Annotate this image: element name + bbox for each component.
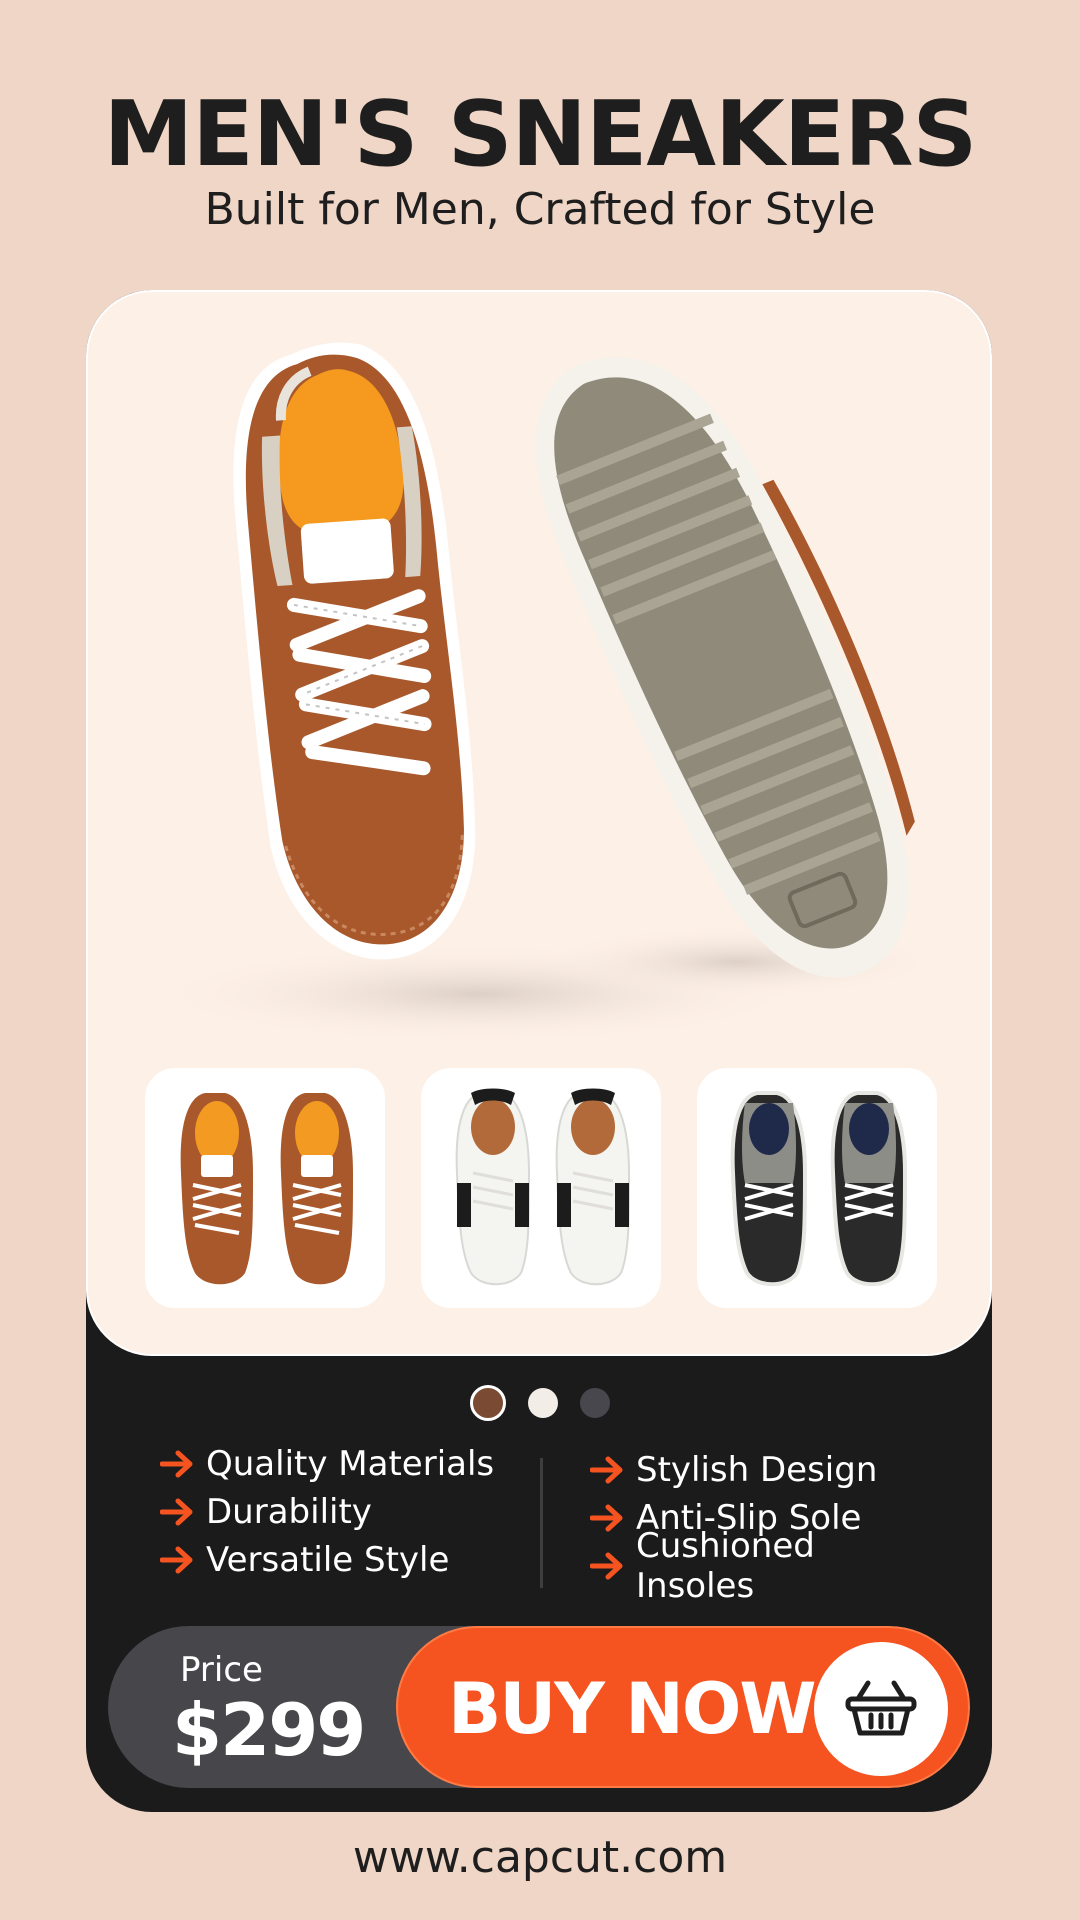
brown-leather-sneakers-icon	[148, 342, 938, 1044]
feature-label: Cushioned Insoles	[636, 1526, 815, 1606]
feature-item: Stylish Design	[590, 1446, 920, 1494]
feature-label: Quality Materials	[206, 1444, 495, 1484]
thumbnail-black[interactable]	[697, 1068, 937, 1308]
feature-column-right: Stylish Design Anti-Slip Sole Cushioned …	[540, 1440, 920, 1606]
feature-item: Durability	[160, 1488, 540, 1536]
page-subtitle: Built for Men, Crafted for Style	[204, 184, 876, 235]
color-option-brown[interactable]	[470, 1385, 506, 1421]
feature-item: Cushioned Insoles	[590, 1526, 920, 1606]
black-grey-sneakers-icon	[730, 1091, 908, 1287]
feature-list: Quality Materials Durability Versatile S…	[160, 1440, 920, 1606]
arrow-right-icon	[590, 1504, 623, 1532]
arrow-right-icon	[160, 1498, 193, 1526]
color-option-white[interactable]	[528, 1388, 558, 1418]
buy-now-button[interactable]: BUY NOW	[396, 1626, 970, 1788]
page-title: MEN'S SNEAKERS	[103, 82, 978, 187]
feature-item: Versatile Style	[160, 1536, 540, 1584]
white-black-sneakers-icon	[455, 1088, 631, 1286]
color-option-dark[interactable]	[580, 1388, 610, 1418]
feature-label: Durability	[206, 1492, 372, 1532]
buy-now-label: BUY NOW	[448, 1668, 817, 1750]
brown-sneakers-icon	[180, 1093, 353, 1285]
thumbnail-white[interactable]	[421, 1068, 661, 1308]
shopping-basket-icon	[845, 1680, 917, 1736]
feature-divider	[540, 1458, 543, 1588]
feature-label: Stylish Design	[636, 1450, 878, 1490]
feature-label: Versatile Style	[206, 1540, 450, 1580]
feature-item: Quality Materials	[160, 1440, 540, 1488]
purchase-bar: Price $299 BUY NOW	[108, 1626, 970, 1788]
footer-url: www.capcut.com	[352, 1832, 728, 1883]
thumbnail-brown[interactable]	[145, 1068, 385, 1308]
arrow-right-icon	[160, 1546, 193, 1574]
arrow-right-icon	[590, 1552, 623, 1580]
color-selector	[470, 1385, 610, 1421]
arrow-right-icon	[590, 1456, 623, 1484]
basket-button[interactable]	[814, 1642, 948, 1776]
arrow-right-icon	[160, 1450, 193, 1478]
feature-column-left: Quality Materials Durability Versatile S…	[160, 1440, 540, 1600]
price-value: $299	[172, 1688, 366, 1772]
price-label: Price	[180, 1650, 263, 1690]
product-card-light	[86, 290, 992, 1356]
